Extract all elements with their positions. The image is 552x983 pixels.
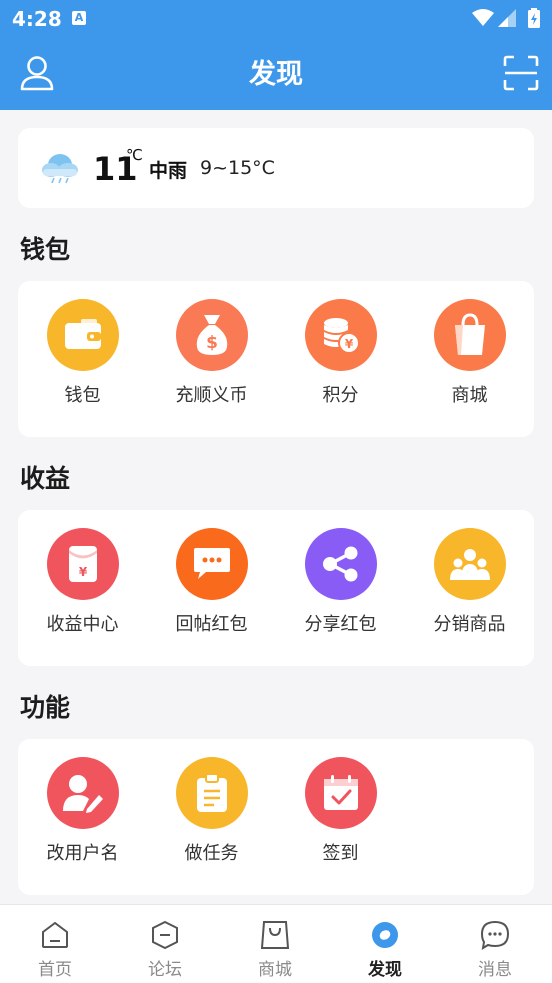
signal-icon [498,9,516,27]
grid-item-do-tasks[interactable]: 做任务 [147,757,276,865]
nav-label: 首页 [38,960,72,980]
forum-icon [152,920,178,950]
grid-item-earnings-center[interactable]: ¥ 收益中心 [18,528,147,636]
wallet-icon [46,299,119,371]
grid-item-mall[interactable]: 商城 [405,299,534,407]
bottom-nav: 首页 论坛 商城 发现 消息 [0,904,552,983]
weather-card[interactable]: 11 ℃ 中雨 9~15°C [18,128,534,208]
weather-range: 9~15°C [200,157,275,179]
grid-item-label: 分销商品 [433,614,506,635]
features-grid: 改用户名 做任务 签到 [18,739,534,895]
grid-item-label: 充顺义币 [175,385,248,406]
home-icon [42,921,68,948]
page-title: 发现 [249,59,303,90]
share-icon [304,528,377,600]
grid-item-label: 分享红包 [304,614,377,635]
money-bag-icon: $ [175,299,248,371]
svg-text:$: $ [206,333,218,353]
earnings-grid: ¥ 收益中心 回帖红包 分享红包 分销商品 [18,510,534,666]
status-bar: 4:28 A [0,0,552,38]
wifi-icon [472,9,494,26]
notification-icon: A [72,11,86,25]
rain-cloud-icon [42,154,78,184]
section-title-wallet: 钱包 [20,235,71,264]
nav-item-messages[interactable]: 消息 [440,919,550,980]
scan-icon[interactable] [503,55,539,91]
grid-item-rename-user[interactable]: 改用户名 [18,757,147,865]
grid-item-recharge-coin[interactable]: $ 充顺义币 [147,299,276,407]
nav-item-shop[interactable]: 商城 [220,919,330,980]
people-icon [433,528,506,600]
shopping-bag-icon [433,299,506,371]
chat-bubble-icon [175,528,248,600]
discover-icon [372,922,398,948]
message-icon [480,920,510,950]
weather-unit: ℃ [126,146,143,164]
clipboard-icon [175,757,248,829]
grid-item-checkin[interactable]: 签到 [276,757,405,865]
nav-label: 发现 [368,960,402,980]
shop-icon [261,921,289,949]
grid-item-reply-redpacket[interactable]: 回帖红包 [147,528,276,636]
grid-item-points[interactable]: ¥ 积分 [276,299,405,407]
section-title-earnings: 收益 [20,464,71,493]
status-time: 4:28 [12,7,62,31]
grid-item-label: 商城 [451,385,488,406]
nav-label: 论坛 [148,960,182,980]
grid-item-label: 改用户名 [46,843,119,864]
calendar-check-icon [304,757,377,829]
nav-label: 消息 [478,960,512,980]
section-title-features: 功能 [20,693,71,722]
red-envelope-icon: ¥ [46,528,119,600]
nav-item-home[interactable]: 首页 [0,919,110,980]
top-bar: 4:28 A 发现 [0,0,552,110]
grid-item-label: 积分 [322,385,359,406]
grid-item-distribution-products[interactable]: 分销商品 [405,528,534,636]
nav-label: 商城 [258,960,292,980]
grid-item-label: 钱包 [64,385,101,406]
wallet-grid: 钱包 $ 充顺义币 ¥ 积分 商城 [18,281,534,437]
grid-item-wallet[interactable]: 钱包 [18,299,147,407]
grid-item-share-redpacket[interactable]: 分享红包 [276,528,405,636]
grid-item-label: 收益中心 [46,614,119,635]
grid-item-label: 签到 [322,843,359,864]
svg-text:¥: ¥ [344,337,353,351]
nav-item-discover[interactable]: 发现 [330,919,440,980]
grid-item-label: 做任务 [184,843,239,864]
edit-user-icon [46,757,119,829]
coins-icon: ¥ [304,299,377,371]
weather-condition: 中雨 [149,160,188,182]
grid-item-label: 回帖红包 [175,614,248,635]
svg-text:¥: ¥ [78,565,87,579]
battery-icon [528,8,540,28]
nav-item-forum[interactable]: 论坛 [110,919,220,980]
